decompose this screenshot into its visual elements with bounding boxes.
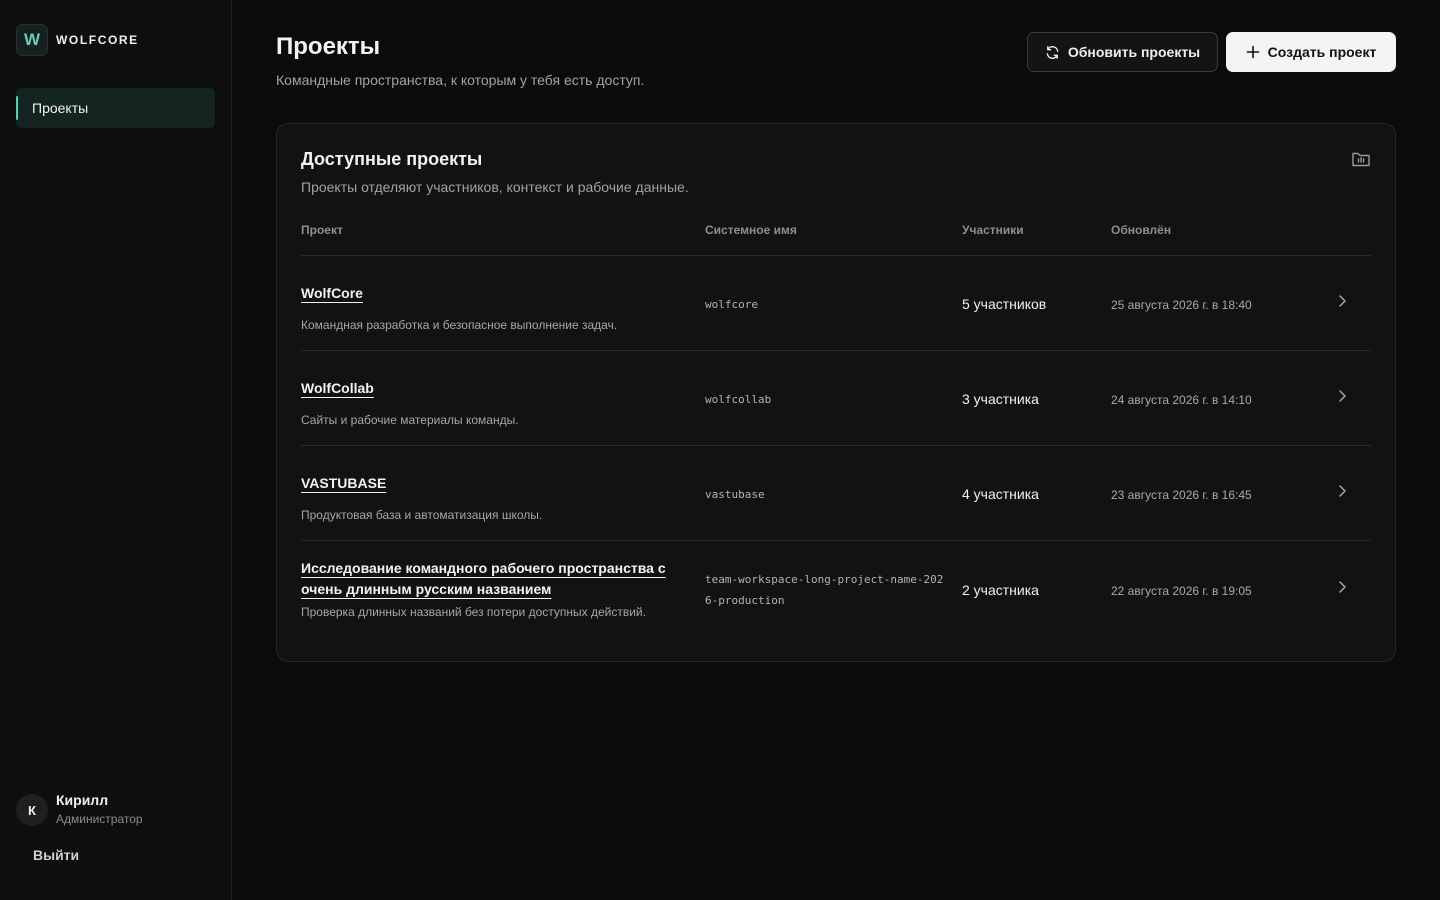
main-content: Проекты Командные пространства, к которы… (232, 0, 1440, 900)
table-row[interactable]: VASTUBASE Продуктовая база и автоматизац… (301, 446, 1371, 541)
project-members: 5 участников (962, 296, 1047, 312)
project-updated: 23 августа 2026 г. в 16:45 (1111, 488, 1252, 502)
page-subtitle: Командные пространства, к которым у тебя… (276, 72, 645, 88)
project-updated: 22 августа 2026 г. в 19:05 (1111, 584, 1252, 598)
projects-card: Доступные проекты Проекты отделяют участ… (276, 123, 1396, 662)
sidebar: W WOLFCORE Проекты К Кирилл Администрато… (0, 0, 232, 900)
logout-button[interactable]: Выйти (33, 847, 79, 863)
project-members: 4 участника (962, 486, 1039, 502)
folder-icon (1351, 150, 1371, 173)
chevron-right-icon[interactable] (1337, 580, 1347, 599)
brand-logo: W (16, 24, 48, 56)
table-row[interactable]: WolfCollab Сайты и рабочие материалы ком… (301, 351, 1371, 446)
project-system-name: vastubase (705, 488, 765, 501)
column-header-project: Проект (301, 223, 343, 237)
avatar: К (16, 794, 48, 826)
project-members: 2 участника (962, 582, 1039, 598)
project-description: Сайты и рабочие материалы команды. (301, 413, 519, 427)
page-title: Проекты (276, 33, 381, 60)
active-indicator (16, 96, 18, 120)
project-system-name: team-workspace-long-project-name-2026-pr… (705, 573, 944, 607)
card-subtitle: Проекты отделяют участников, контекст и … (301, 179, 689, 195)
user-profile[interactable]: К Кирилл Администратор (16, 792, 143, 828)
card-title: Доступные проекты (301, 149, 483, 169)
project-system-name: wolfcollab (705, 393, 772, 406)
refresh-projects-label: Обновить проекты (1067, 44, 1201, 60)
brand-name: WOLFCORE (56, 33, 139, 47)
table-row[interactable]: WolfCore Командная разработка и безопасн… (301, 256, 1371, 351)
column-header-updated: Обновлён (1111, 223, 1172, 237)
project-updated: 24 августа 2026 г. в 14:10 (1111, 393, 1252, 407)
project-name-link[interactable]: WolfCore (301, 283, 691, 304)
project-name-link[interactable]: VASTUBASE (301, 473, 691, 494)
user-role: Администратор (56, 812, 143, 826)
chevron-right-icon[interactable] (1337, 484, 1347, 503)
sidebar-item-label: Проекты (32, 100, 89, 116)
refresh-projects-button[interactable]: Обновить проекты (1027, 32, 1218, 72)
project-name-link[interactable]: WolfCollab (301, 378, 691, 399)
project-description: Проверка длинных названий без потери дос… (301, 605, 646, 619)
column-header-members: Участники (962, 223, 1024, 237)
table-row[interactable]: Исследование командного рабочего простра… (301, 541, 1371, 641)
refresh-icon (1045, 45, 1060, 60)
plus-icon (1246, 45, 1260, 59)
project-description: Командная разработка и безопасное выполн… (301, 318, 618, 332)
chevron-right-icon[interactable] (1337, 389, 1347, 408)
create-project-label: Создать проект (1267, 44, 1377, 60)
brand[interactable]: W WOLFCORE (16, 24, 139, 56)
project-name-link[interactable]: Исследование командного рабочего простра… (301, 558, 691, 600)
user-name: Кирилл (56, 792, 109, 808)
chevron-right-icon[interactable] (1337, 294, 1347, 313)
project-updated: 25 августа 2026 г. в 18:40 (1111, 298, 1252, 312)
create-project-button[interactable]: Создать проект (1226, 32, 1396, 72)
project-system-name: wolfcore (705, 298, 758, 311)
project-members: 3 участника (962, 391, 1039, 407)
sidebar-item-projects[interactable]: Проекты (16, 88, 215, 128)
column-header-system-name: Системное имя (705, 223, 797, 237)
project-description: Продуктовая база и автоматизация школы. (301, 508, 543, 522)
